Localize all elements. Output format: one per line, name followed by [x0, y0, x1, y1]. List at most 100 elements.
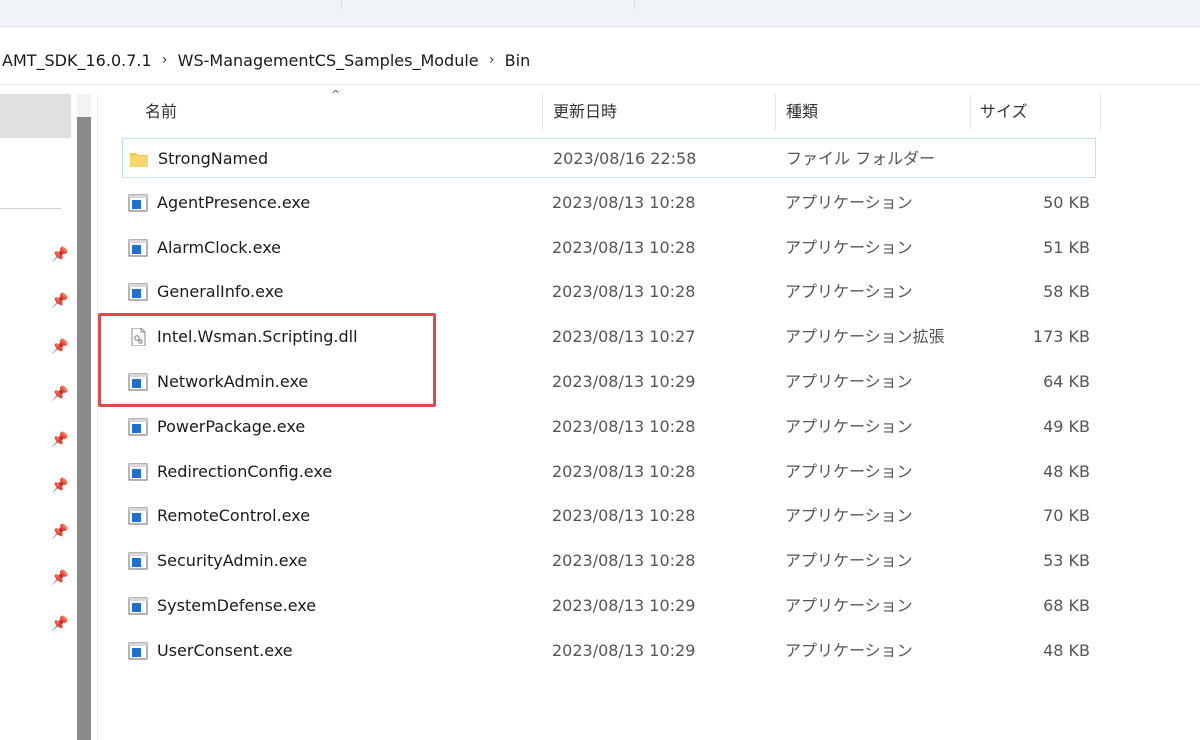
column-separator[interactable] — [775, 94, 776, 130]
application-icon — [128, 507, 148, 525]
file-name: NetworkAdmin.exe — [157, 372, 309, 391]
file-row[interactable]: SystemDefense.exe 2023/08/13 10:29 アプリケーショ… — [122, 586, 1096, 626]
file-row[interactable]: GeneralInfo.exe 2023/08/13 10:28 アプリケーション 5… — [122, 272, 1096, 312]
file-date: 2023/08/13 10:27 — [552, 327, 696, 347]
file-date: 2023/08/13 10:28 — [552, 506, 696, 526]
breadcrumb-item-sdk[interactable]: AMT_SDK_16.0.7.1 — [0, 51, 154, 70]
file-size: 173 KB — [1032, 327, 1090, 347]
file-type: アプリケーション — [785, 372, 913, 391]
file-type: アプリケーション — [785, 237, 913, 257]
file-row[interactable]: PowerPackage.exe 2023/08/13 10:28 アプリケーション… — [122, 407, 1096, 447]
file-type: アプリケーション — [785, 282, 913, 302]
file-row[interactable]: UserConsent.exe 2023/08/13 10:29 アプリケーション 4… — [122, 631, 1096, 671]
chevron-right-icon[interactable]: › — [154, 52, 176, 68]
file-size: 48 KB — [1043, 640, 1090, 660]
tab-separator — [341, 0, 342, 10]
application-icon — [128, 418, 148, 436]
pin-icon[interactable]: 📌 — [51, 386, 68, 402]
file-name: RemoteControl.exe — [157, 506, 311, 526]
file-date: 2023/08/13 10:29 — [552, 640, 696, 660]
pane-divider[interactable] — [97, 94, 98, 740]
file-size: 50 KB — [1043, 192, 1090, 212]
file-row[interactable]: AgentPresence.exe 2023/08/13 10:28 アプリケーショ… — [122, 183, 1096, 223]
file-size: 51 KB — [1043, 237, 1090, 257]
breadcrumb-item-module[interactable]: WS-ManagementCS_Samples_Module — [176, 51, 481, 70]
file-name: AgentPresence.exe — [157, 192, 311, 212]
file-size: 58 KB — [1043, 282, 1090, 302]
toolbar-divider — [0, 84, 1200, 85]
application-icon — [128, 283, 148, 301]
nav-scrollbar-track[interactable] — [77, 94, 91, 117]
file-date: 2023/08/13 10:28 — [552, 461, 696, 481]
pin-icon[interactable]: 📌 — [51, 293, 68, 309]
file-name: PowerPackage.exe — [157, 416, 306, 436]
file-name: RedirectionConfig.exe — [157, 461, 333, 481]
column-separator[interactable] — [970, 94, 971, 130]
file-type: ファイル フォルダー — [786, 149, 936, 168]
file-type: アプリケーション — [785, 551, 913, 571]
pin-icon[interactable]: 📌 — [51, 478, 68, 494]
file-size: 48 KB — [1043, 461, 1090, 481]
application-icon — [128, 239, 148, 257]
file-size: 70 KB — [1043, 506, 1090, 526]
application-icon — [128, 194, 148, 212]
file-date: 2023/08/13 10:28 — [552, 192, 696, 212]
pin-icon[interactable]: 📌 — [51, 339, 68, 355]
column-separator[interactable] — [1100, 94, 1101, 130]
file-row-selected[interactable]: StrongNamed 2023/08/16 22:58 ファイル フォルダー — [122, 138, 1096, 178]
file-row[interactable]: Intel.Wsman.Scripting.dll 2023/08/13 10:2… — [122, 317, 1096, 357]
pin-icon[interactable]: 📌 — [51, 524, 68, 540]
column-size[interactable]: サイズ — [980, 94, 1028, 130]
file-name: SystemDefense.exe — [157, 596, 317, 615]
file-date: 2023/08/13 10:29 — [552, 372, 696, 391]
file-row[interactable]: AlarmClock.exe 2023/08/13 10:28 アプリケーション 51… — [122, 228, 1096, 268]
file-type: アプリケーション — [785, 506, 913, 526]
pin-icon[interactable]: 📌 — [51, 432, 68, 448]
file-type: アプリケーション — [785, 192, 913, 212]
file-type: アプリケーション — [785, 596, 913, 615]
file-name: UserConsent.exe — [157, 640, 293, 660]
file-name: StrongNamed — [158, 149, 269, 168]
file-size: 49 KB — [1043, 416, 1090, 436]
dll-file-icon — [128, 327, 148, 347]
file-type: アプリケーション — [785, 461, 913, 481]
tab-separator — [634, 0, 635, 10]
file-date: 2023/08/13 10:29 — [552, 596, 696, 615]
application-icon — [128, 373, 148, 391]
column-type[interactable]: 種類 — [786, 94, 818, 130]
file-type: アプリケーション拡張 — [785, 327, 945, 347]
breadcrumb: AMT_SDK_16.0.7.1 › WS-ManagementCS_Sampl… — [0, 42, 1200, 78]
nav-scrollbar-thumb[interactable] — [77, 117, 91, 740]
application-icon — [128, 463, 148, 481]
file-name: SecurityAdmin.exe — [157, 551, 308, 571]
column-name[interactable]: 名前 — [145, 94, 177, 130]
folder-icon — [129, 150, 149, 168]
file-size: 68 KB — [1043, 596, 1090, 615]
application-icon — [128, 642, 148, 660]
chevron-right-icon[interactable]: › — [481, 52, 503, 68]
file-name: Intel.Wsman.Scripting.dll — [157, 327, 358, 347]
column-date[interactable]: 更新日時 — [553, 94, 617, 130]
file-row[interactable]: RedirectionConfig.exe 2023/08/13 10:28 アプリ… — [122, 452, 1096, 492]
breadcrumb-item-bin[interactable]: Bin — [503, 51, 533, 70]
file-date: 2023/08/13 10:28 — [552, 551, 696, 571]
file-row[interactable]: SecurityAdmin.exe 2023/08/13 10:28 アプリケーショ… — [122, 541, 1096, 581]
column-separator[interactable] — [542, 94, 543, 130]
tab-strip — [0, 0, 1200, 27]
file-date: 2023/08/13 10:28 — [552, 282, 696, 302]
application-icon — [128, 597, 148, 615]
file-date: 2023/08/13 10:28 — [552, 416, 696, 436]
file-type: アプリケーション — [785, 416, 913, 436]
pin-icon[interactable]: 📌 — [51, 247, 68, 263]
file-size: 64 KB — [1043, 372, 1090, 391]
nav-item-selected[interactable] — [0, 94, 71, 138]
pin-icon[interactable]: 📌 — [51, 570, 68, 586]
column-header: 名前 更新日時 種類 サイズ — [98, 94, 1103, 130]
pin-icon[interactable]: 📌 — [51, 616, 68, 632]
file-row[interactable]: NetworkAdmin.exe 2023/08/13 10:29 アプリケーション… — [122, 362, 1096, 402]
file-name: AlarmClock.exe — [157, 237, 282, 257]
application-icon — [128, 552, 148, 570]
file-date: 2023/08/13 10:28 — [552, 237, 696, 257]
file-size: 53 KB — [1043, 551, 1090, 571]
file-row[interactable]: RemoteControl.exe 2023/08/13 10:28 アプリケーショ… — [122, 496, 1096, 536]
